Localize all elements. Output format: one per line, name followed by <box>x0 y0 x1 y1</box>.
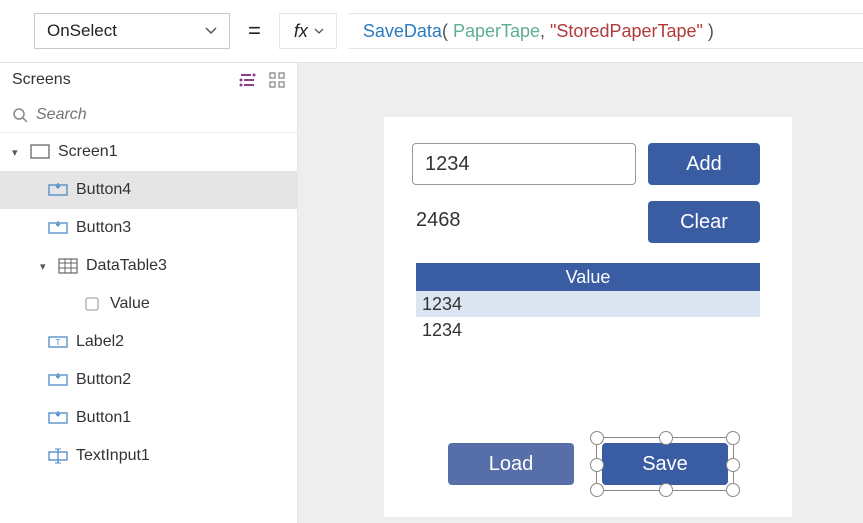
tree-item-label: Button2 <box>76 371 131 389</box>
clear-button[interactable]: Clear <box>648 201 760 243</box>
tree-item-label2[interactable]: T Label2 <box>0 323 297 361</box>
resize-handle[interactable] <box>590 483 604 497</box>
token-string: "StoredPaperTape" <box>550 21 703 42</box>
tree-item-label: Button4 <box>76 181 131 199</box>
fx-label: fx <box>294 21 308 42</box>
token-function: SaveData <box>363 21 442 42</box>
tree-item-label: Value <box>110 295 150 313</box>
number-input[interactable] <box>412 143 636 185</box>
screen-icon <box>30 142 50 162</box>
table-row[interactable]: 1234 <box>416 317 760 343</box>
tree-item-label: TextInput1 <box>76 447 150 465</box>
button-icon <box>48 408 68 428</box>
button-label: Add <box>686 153 722 176</box>
chevron-down-icon <box>314 28 324 35</box>
tree-item-label: Button1 <box>76 409 131 427</box>
add-button[interactable]: Add <box>648 143 760 185</box>
button-label: Clear <box>680 211 728 234</box>
button-label: Save <box>642 453 688 476</box>
label-icon: T <box>48 332 68 352</box>
button-label: Load <box>489 453 534 476</box>
property-dropdown[interactable]: OnSelect <box>34 13 230 49</box>
search-input[interactable] <box>36 106 285 124</box>
tree-item-button1[interactable]: Button1 <box>0 399 297 437</box>
property-label: OnSelect <box>47 21 117 41</box>
grid-view-icon[interactable] <box>269 72 285 88</box>
tree-item-label: Screen1 <box>58 143 118 161</box>
resize-handle[interactable] <box>726 458 740 472</box>
caret-down-icon: ▾ <box>40 260 50 273</box>
table-header: Value <box>416 263 760 291</box>
table-row[interactable]: 1234 <box>416 291 760 317</box>
resize-handle[interactable] <box>659 483 673 497</box>
save-button[interactable]: Save <box>602 443 728 485</box>
search-row <box>0 97 297 133</box>
textinput-icon <box>48 446 68 466</box>
app-frame: Add 2468 Clear Value 1234 1234 Load Save <box>384 117 792 517</box>
button-icon <box>48 218 68 238</box>
formula-bar: OnSelect = fx SaveData( PaperTape, "Stor… <box>0 0 863 63</box>
resize-handle[interactable] <box>590 431 604 445</box>
chevron-down-icon <box>205 27 217 35</box>
token-identifier: PaperTape <box>453 21 540 42</box>
resize-handle[interactable] <box>726 483 740 497</box>
caret-down-icon: ▾ <box>12 146 22 159</box>
tree-item-value-column[interactable]: Value <box>0 285 297 323</box>
tree-item-label: Label2 <box>76 333 124 351</box>
search-icon <box>12 107 28 123</box>
load-button[interactable]: Load <box>448 443 574 485</box>
panel-title: Screens <box>12 71 71 89</box>
equals-sign: = <box>248 18 261 44</box>
column-icon <box>82 294 102 314</box>
tree-item-datatable3[interactable]: ▾ DataTable3 <box>0 247 297 285</box>
tree-item-textinput1[interactable]: TextInput1 <box>0 437 297 475</box>
tree-item-button2[interactable]: Button2 <box>0 361 297 399</box>
button-icon <box>48 370 68 390</box>
tree-view-icon[interactable] <box>239 72 257 88</box>
data-table[interactable]: Value 1234 1234 <box>416 263 760 343</box>
fx-dropdown[interactable]: fx <box>279 13 337 49</box>
tree-item-button4[interactable]: Button4 <box>0 171 297 209</box>
canvas: Add 2468 Clear Value 1234 1234 Load Save <box>298 63 863 523</box>
formula-input[interactable]: SaveData( PaperTape, "StoredPaperTape" ) <box>349 13 863 49</box>
result-label: 2468 <box>416 209 461 232</box>
tree-item-button3[interactable]: Button3 <box>0 209 297 247</box>
button-icon <box>48 180 68 200</box>
tree-panel: Screens <box>0 63 298 523</box>
tree-item-screen1[interactable]: ▾ Screen1 <box>0 133 297 171</box>
tree-item-label: Button3 <box>76 219 131 237</box>
resize-handle[interactable] <box>726 431 740 445</box>
datatable-icon <box>58 256 78 276</box>
tree: ▾ Screen1 Button4 Button3 ▾ DataTable3 <box>0 133 297 475</box>
tree-item-label: DataTable3 <box>86 257 167 275</box>
panel-header: Screens <box>0 63 297 97</box>
svg-text:T: T <box>56 338 61 347</box>
